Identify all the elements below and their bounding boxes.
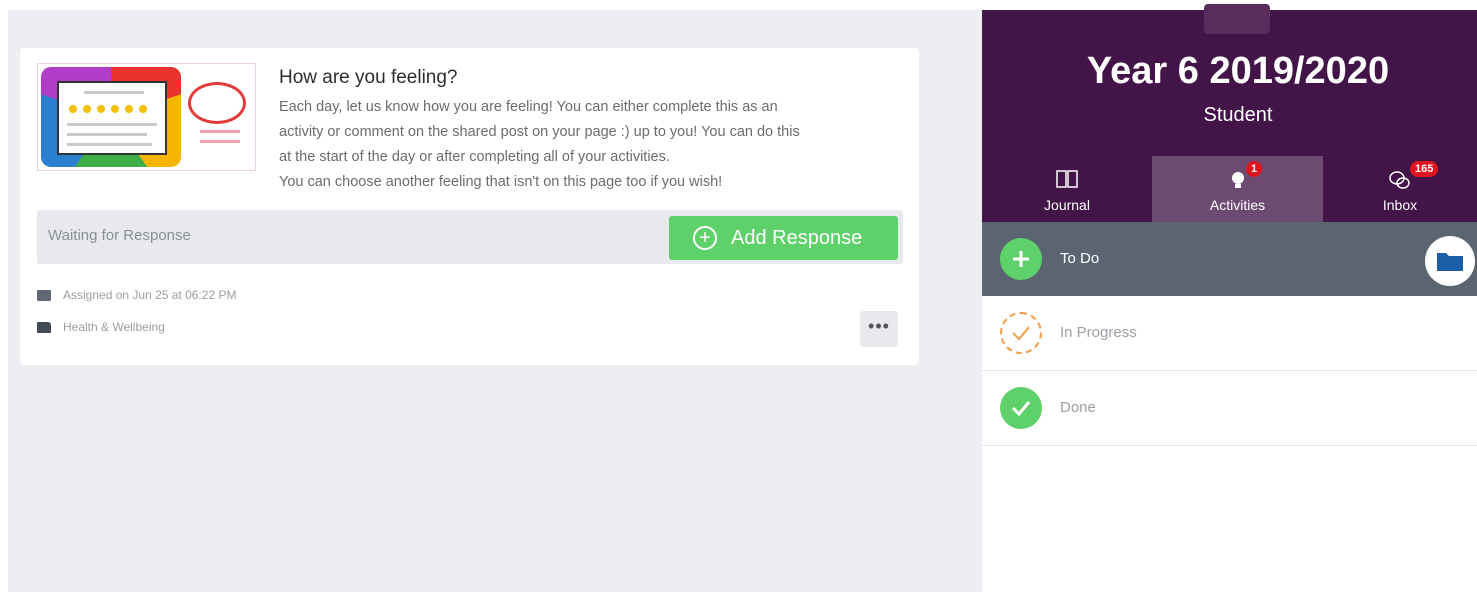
tab-inbox[interactable]: 165 Inbox <box>1323 156 1477 222</box>
activity-feed: How are you feeling? Each day, let us kn… <box>8 10 982 592</box>
class-sidebar: Year 6 2019/2020 Student Journal 1 Activ… <box>982 4 1477 592</box>
inbox-badge: 165 <box>1410 161 1439 177</box>
assigned-info: Assigned on Jun 25 at 06:22 PM <box>37 288 236 302</box>
activity-card: How are you feeling? Each day, let us kn… <box>20 48 919 365</box>
status-in-progress[interactable]: In Progress <box>982 296 1477 371</box>
class-avatar[interactable] <box>1204 4 1270 34</box>
tab-journal[interactable]: Journal <box>982 156 1152 222</box>
folder-button[interactable] <box>1425 236 1475 286</box>
status-label: In Progress <box>1060 324 1137 341</box>
book-icon <box>1055 169 1079 191</box>
class-header: Year 6 2019/2020 Student <box>982 4 1477 156</box>
class-title: Year 6 2019/2020 <box>1086 50 1390 92</box>
calendar-icon <box>37 289 51 301</box>
sidebar-tabs: Journal 1 Activities 165 Inbox <box>982 156 1477 222</box>
response-status: Waiting for Response <box>48 227 191 244</box>
add-response-button[interactable]: + Add Response <box>669 216 898 260</box>
activity-description: Each day, let us know how you are feelin… <box>279 99 800 190</box>
progress-check-icon <box>1000 312 1042 354</box>
chat-icon <box>1388 169 1412 191</box>
more-options-button[interactable]: ••• <box>860 311 898 347</box>
folder-info[interactable]: Health & Wellbeing <box>37 320 165 334</box>
status-done[interactable]: Done <box>982 371 1477 446</box>
activity-title: How are you feeling? <box>279 67 458 88</box>
lightbulb-icon <box>1228 169 1248 191</box>
thought-bubble-graphic <box>188 82 246 124</box>
assigned-date: Assigned on Jun 25 at 06:22 PM <box>63 288 237 302</box>
activity-thumbnail[interactable] <box>37 63 256 171</box>
tab-label: Inbox <box>1382 197 1418 213</box>
folder-icon <box>1437 253 1463 271</box>
tab-label: Journal <box>1044 197 1090 213</box>
response-bar: Waiting for Response + Add Response <box>37 210 903 264</box>
status-todo[interactable]: To Do <box>982 222 1477 296</box>
status-list: To Do In Progress Done <box>982 222 1477 446</box>
add-response-label: Add Response <box>731 226 863 249</box>
user-role: Student <box>1203 104 1273 126</box>
plus-icon <box>1000 238 1042 280</box>
status-label: To Do <box>1060 250 1100 267</box>
check-icon <box>1000 387 1042 429</box>
activities-badge: 1 <box>1246 161 1263 177</box>
tab-activities[interactable]: 1 Activities <box>1152 156 1323 222</box>
plus-circle-icon: + <box>693 226 717 250</box>
thumbnail-frame <box>41 67 181 167</box>
status-label: Done <box>1060 399 1096 416</box>
folder-name[interactable]: Health & Wellbeing <box>63 320 165 334</box>
folder-icon <box>37 321 51 333</box>
tab-label: Activities <box>1209 197 1266 213</box>
